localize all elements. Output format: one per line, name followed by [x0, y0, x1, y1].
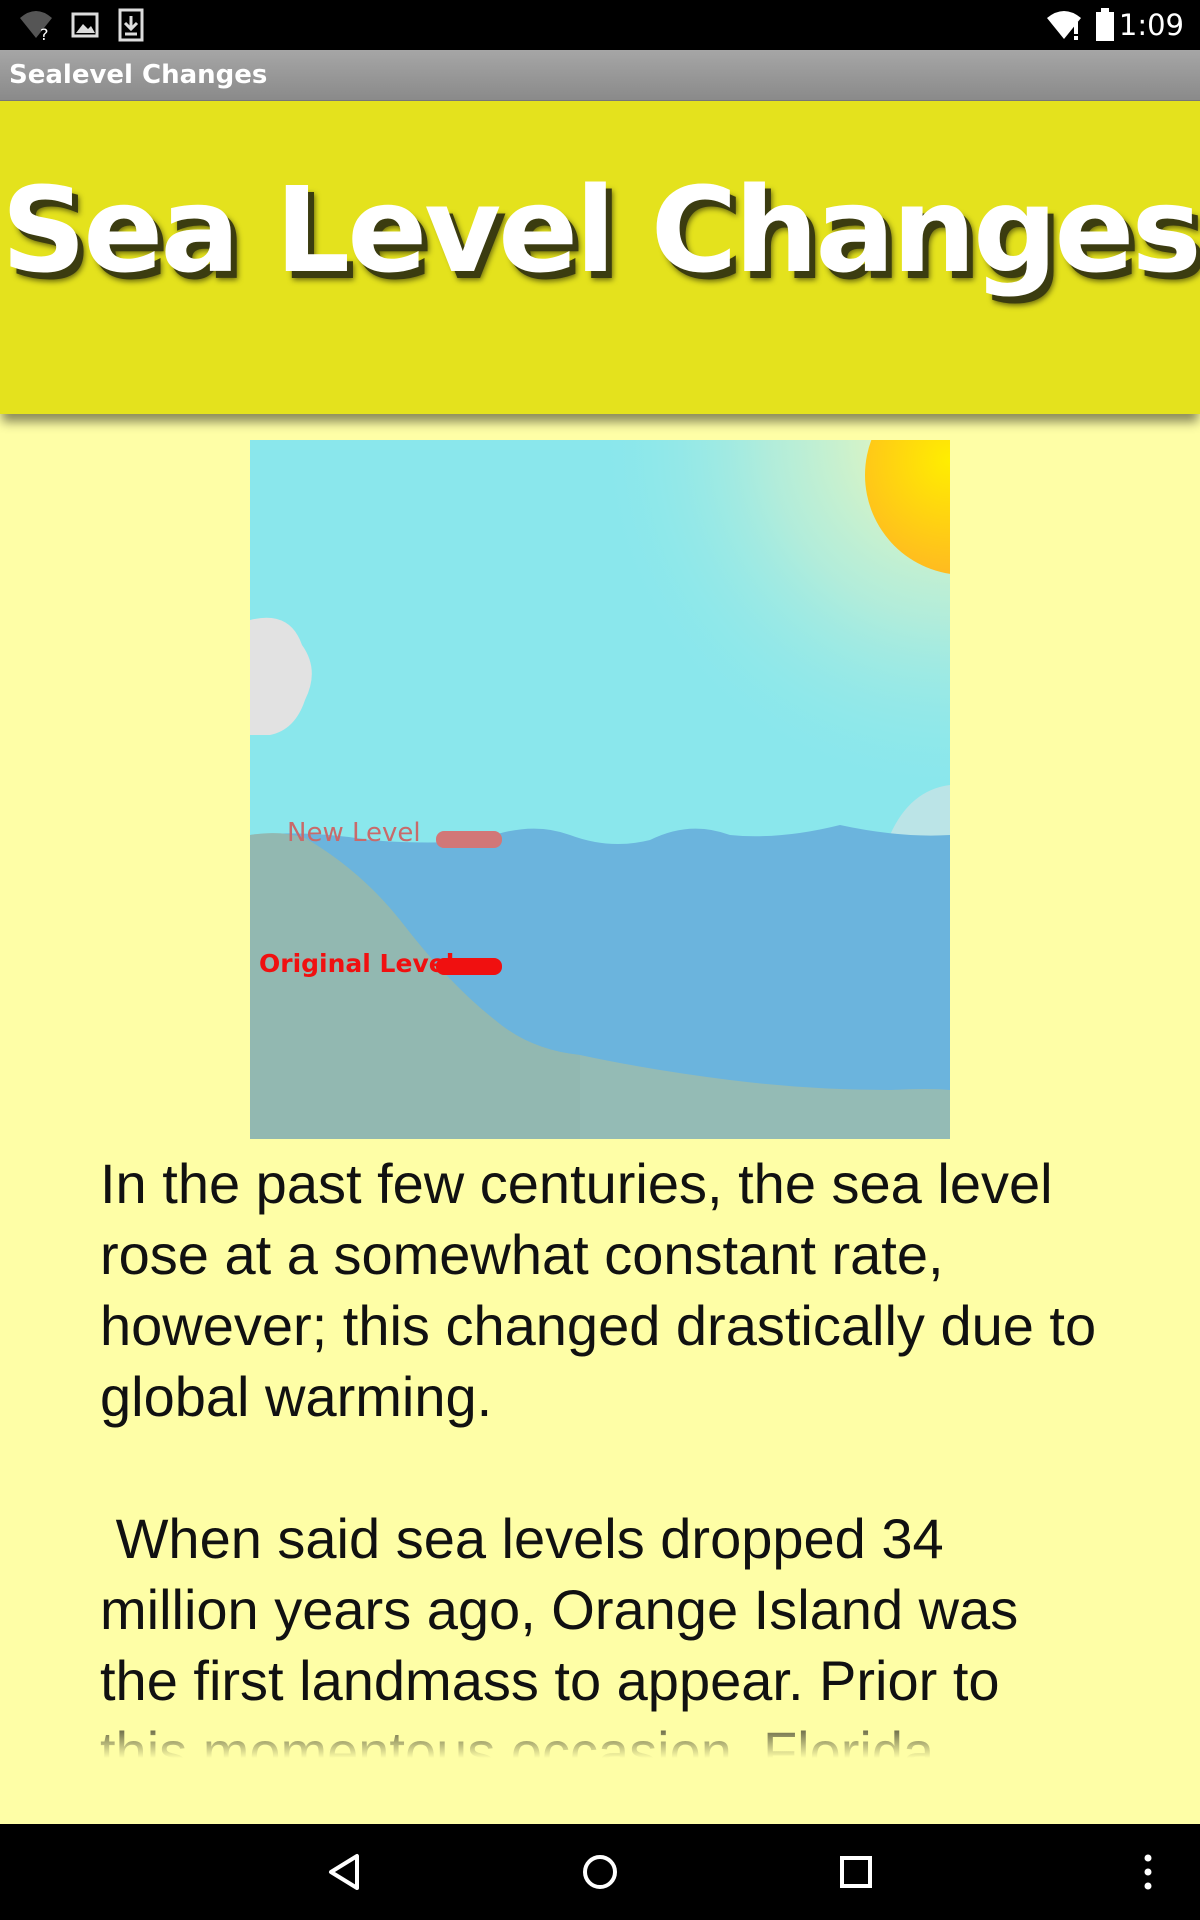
download-icon	[118, 8, 144, 42]
article-text[interactable]: In the past few centuries, the sea level…	[100, 1148, 1100, 1758]
scroll-fade	[100, 1712, 1100, 1758]
status-bar: ? 1:09	[0, 0, 1200, 50]
sea-level-illustration: New Level Original Level	[250, 440, 950, 1139]
wifi-alert-icon	[1047, 11, 1081, 40]
new-level-label: New Level	[287, 818, 421, 848]
battery-icon	[1096, 8, 1114, 41]
image-icon	[71, 12, 99, 38]
page-title: Sea Level Changes	[1, 160, 1200, 299]
title-banner: Sea Level Changes	[0, 101, 1200, 414]
clock: 1:09	[1118, 8, 1184, 42]
svg-text:?: ?	[40, 25, 49, 42]
new-level-marker	[436, 831, 502, 848]
navigation-bar	[0, 1824, 1200, 1920]
original-level-marker	[436, 958, 502, 975]
recents-icon[interactable]	[826, 1842, 886, 1902]
wifi-question-icon: ?	[20, 11, 52, 42]
paragraph-1: In the past few centuries, the sea level…	[100, 1152, 1097, 1428]
original-level-label: Original Level	[259, 949, 454, 978]
home-icon[interactable]	[570, 1842, 630, 1902]
overflow-menu-icon[interactable]	[1118, 1842, 1178, 1902]
back-icon[interactable]	[314, 1842, 374, 1902]
